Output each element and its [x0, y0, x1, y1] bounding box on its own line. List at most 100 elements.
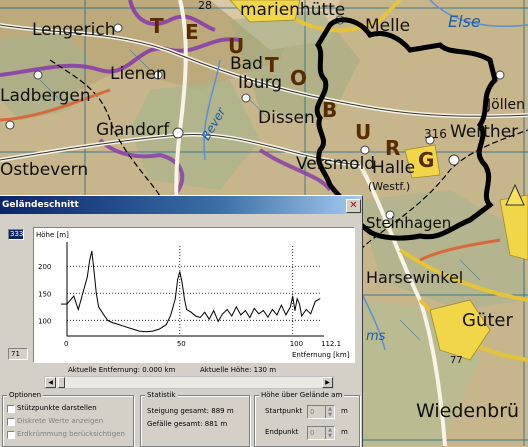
- earth-curvature-checkbox[interactable]: [7, 431, 15, 439]
- map-label-wiedenbrue: Wiedenbrü: [416, 400, 520, 422]
- y-tick-label: 100: [38, 317, 51, 325]
- start-point-spinner[interactable]: 0 ▲ ▼: [307, 405, 335, 419]
- x-tick-label: 112.1: [321, 340, 341, 348]
- profile-point: [111, 322, 113, 323]
- profile-point: [292, 295, 294, 297]
- scroll-right-button[interactable]: ▶: [322, 377, 333, 388]
- end-point-spinner[interactable]: 0 ▲ ▼: [307, 426, 335, 440]
- end-point-label: Endpunkt: [265, 428, 299, 436]
- profile-point: [177, 279, 178, 281]
- profile-point: [183, 298, 185, 300]
- dialog-title: Geländeschnitt: [2, 200, 79, 210]
- profile-point: [253, 308, 255, 309]
- profile-point: [186, 309, 188, 310]
- x-tick-label: 100: [290, 340, 303, 348]
- map-label-teuto-e: E: [185, 20, 199, 44]
- profile-point: [299, 303, 300, 305]
- profile-point: [314, 300, 316, 302]
- profile-point: [82, 292, 84, 294]
- map-label-teuto-r: R: [385, 136, 401, 160]
- profile-point: [204, 311, 206, 313]
- min-height-value: 71: [11, 350, 20, 358]
- y-tick-label: 200: [38, 263, 51, 271]
- profile-point: [145, 331, 147, 333]
- map-label-harsewinkel: Harsewinkel: [366, 268, 464, 287]
- profile-point: [213, 310, 215, 311]
- current-height: Aktuelle Höhe: 130 m: [200, 366, 277, 374]
- terrain-profile-chart[interactable]: 200 150 100 0 50 100 112.1: [34, 228, 354, 362]
- map-label-teuto-o: O: [290, 66, 308, 90]
- profile-point: [174, 298, 176, 300]
- map-label-gueter: Güter: [462, 310, 513, 331]
- profile-point: [244, 310, 246, 311]
- map-label-lienen: Lienen: [110, 64, 167, 84]
- discrete-values-checkbox[interactable]: [7, 418, 15, 426]
- map-label-teuto-u2: U: [355, 120, 372, 144]
- max-height-field[interactable]: 333: [8, 229, 24, 240]
- profile-point: [93, 271, 95, 273]
- current-distance: Aktuelle Entfernung: 0.000 km: [68, 366, 176, 374]
- profile-point: [208, 318, 210, 320]
- profile-point: [294, 310, 296, 311]
- map-label-num28: 28: [198, 0, 212, 12]
- map-label-dissen: Dissen: [258, 108, 315, 128]
- profile-point: [181, 282, 183, 283]
- discrete-values-label: Diskrete Werte anzeigen: [17, 417, 104, 425]
- profile-point: [262, 310, 264, 311]
- profile-point: [281, 304, 282, 306]
- chart-y-title: Höhe [m]: [36, 231, 69, 239]
- scroll-thumb[interactable]: [58, 377, 65, 388]
- profile-point: [152, 330, 154, 332]
- map-label-elev316: 316: [424, 127, 447, 141]
- options-title: Optionen: [7, 391, 44, 399]
- map-label-bad: Bad: [230, 54, 263, 74]
- map-label-lengerich: Lengerich: [32, 20, 116, 40]
- profile-point: [102, 313, 104, 315]
- profile-chart-frame: 200 150 100 0 50 100 112.1 Höhe [m] Entfernung…: [33, 227, 355, 363]
- chart-x-title: Entfernung [km]: [292, 351, 350, 359]
- dialog-titlebar[interactable]: Geländeschnitt ✕: [0, 196, 362, 214]
- height-above-ground-group: Höhe über Gelände am Startpunkt 0 ▲ ▼ m E…: [254, 392, 360, 447]
- profile-point: [271, 309, 273, 310]
- end-point-unit: m: [341, 428, 348, 436]
- profile-point: [296, 298, 298, 300]
- map-label-teuto-b: B: [322, 98, 338, 122]
- statistics-group: Statistik Steigung gesamt: 889 m Gefälle…: [140, 392, 250, 447]
- profile-point: [240, 314, 242, 316]
- spinner-arrows-icon[interactable]: ▲ ▼: [325, 406, 334, 418]
- profile-point: [258, 313, 260, 315]
- profile-point: [226, 309, 228, 310]
- profile-point: [190, 311, 192, 313]
- start-point-unit: m: [341, 407, 348, 415]
- map-label-westf: (Westf.): [368, 180, 411, 193]
- profile-point: [107, 319, 109, 321]
- start-point-value: 0: [310, 408, 315, 416]
- profile-point: [231, 315, 233, 317]
- map-label-melle: Melle: [365, 16, 411, 36]
- spinner-arrows-icon[interactable]: ▲ ▼: [325, 427, 334, 439]
- map-label-versmold: Versmold: [296, 154, 376, 174]
- support-points-checkbox[interactable]: [7, 405, 15, 413]
- profile-point: [179, 271, 181, 273]
- profile-point: [199, 317, 201, 319]
- profile-point: [301, 315, 303, 317]
- profile-scrollbar[interactable]: ◀ ▶: [44, 376, 334, 389]
- map-label-joellen: Jöllen: [487, 97, 525, 113]
- profile-point: [86, 276, 88, 278]
- close-button[interactable]: ✕: [346, 199, 361, 213]
- map-label-teuto-g: G: [418, 148, 435, 172]
- profile-point: [170, 314, 172, 316]
- profile-point: [159, 328, 160, 330]
- map-label-ems: ms: [366, 329, 386, 344]
- options-group: Optionen Stützpunkte darstellen Diskrete…: [2, 391, 134, 447]
- end-point-value: 0: [310, 429, 315, 437]
- map-label-halle: Halle: [372, 158, 416, 178]
- profile-point: [222, 313, 224, 315]
- scroll-left-button[interactable]: ◀: [45, 377, 56, 388]
- profile-point: [310, 313, 312, 315]
- max-height-value: 333: [10, 230, 24, 238]
- earth-curvature-label: Erdkrümmung berücksichtigen: [17, 430, 125, 438]
- profile-point: [165, 324, 167, 326]
- min-height-field[interactable]: 71: [8, 348, 28, 360]
- y-tick-label: 150: [38, 290, 51, 298]
